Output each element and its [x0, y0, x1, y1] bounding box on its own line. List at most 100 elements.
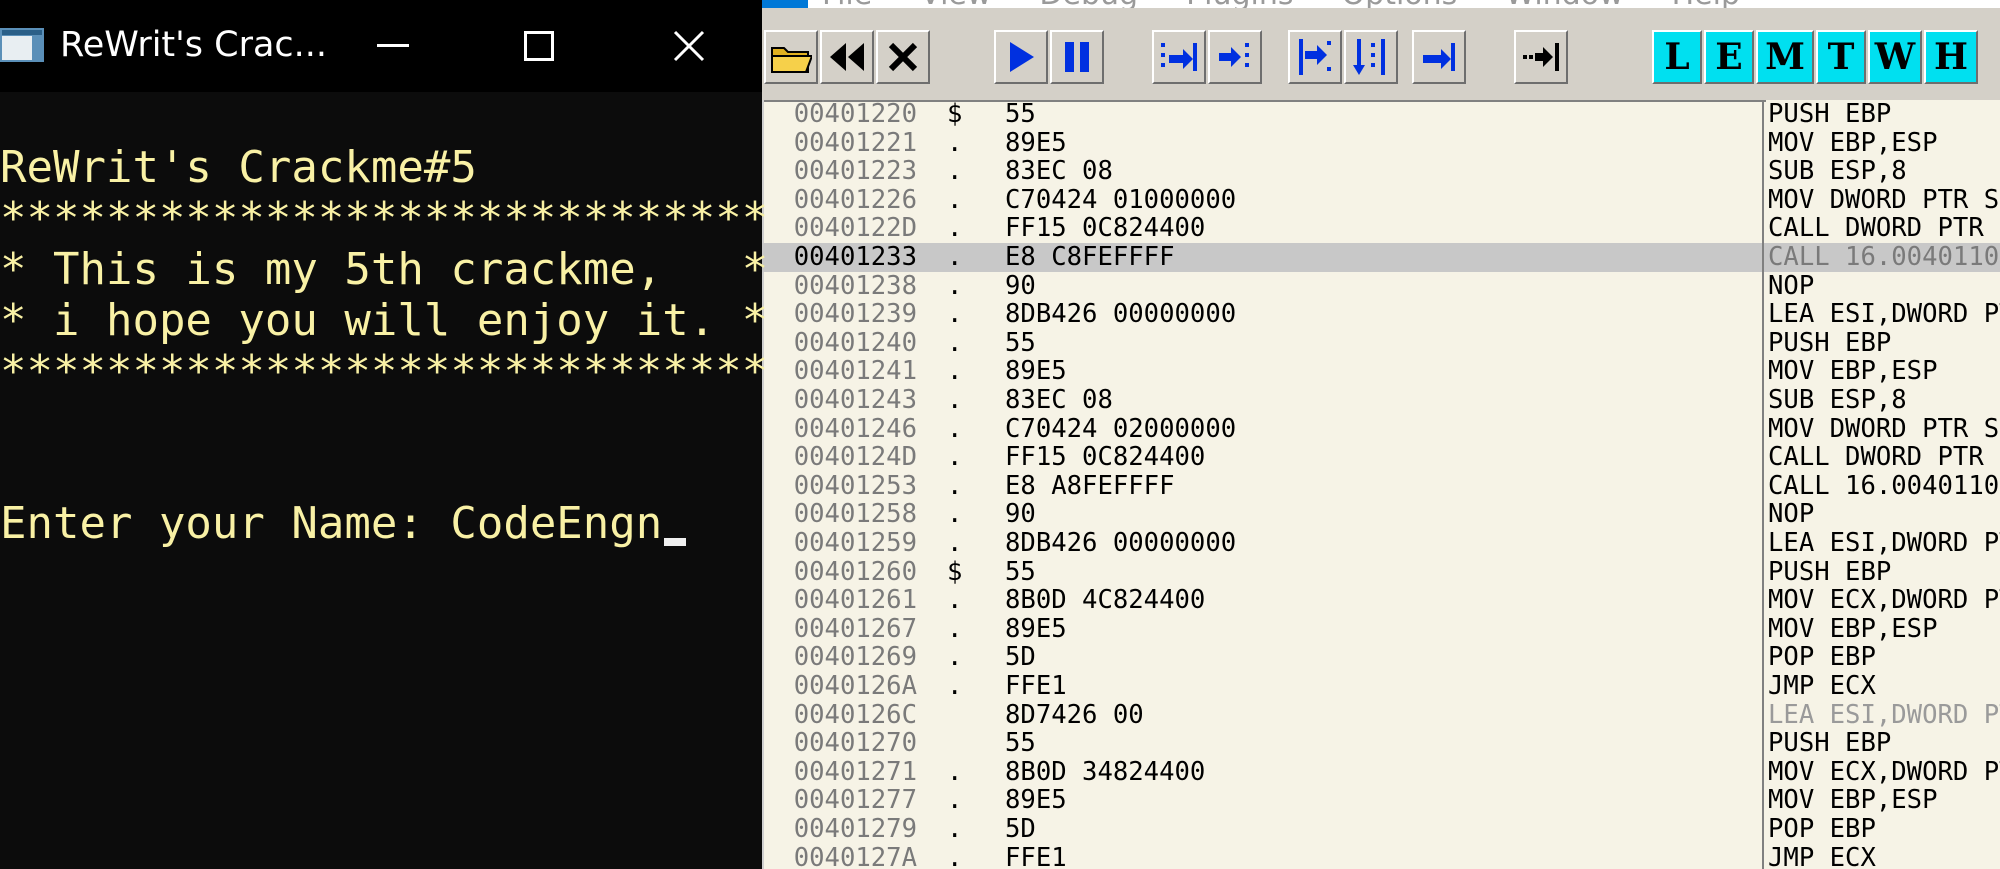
disasm-marker: . [947, 842, 963, 869]
close-x-icon [888, 42, 918, 72]
disasm-instruction: LEA ESI,DWORD PTR DS:[ESI] [1766, 700, 2000, 730]
disasm-row[interactable]: 00401277. 89E5 MOV EBP,ESP [762, 786, 2000, 815]
disasm-row[interactable]: 00401221. 89E5 MOV EBP,ESP [762, 128, 2000, 158]
maximize-button[interactable] [484, 0, 594, 92]
trace-over-button[interactable] [1344, 30, 1398, 84]
disasm-address: 00401259 [793, 529, 917, 558]
disasm-row[interactable]: 00401258. 90 NOP [762, 500, 2000, 529]
disasm-row[interactable]: 00401269. 5D POP EBP [762, 643, 2000, 672]
step-over-icon [1219, 43, 1249, 67]
disasm-marker: . [947, 385, 963, 415]
modules-label: E [1715, 36, 1743, 78]
disasm-row[interactable]: 00401223. 83EC 08 SUB ESP,8 [762, 157, 2000, 186]
menu-file[interactable]: File [822, 0, 872, 10]
disasm-marker: . [947, 499, 963, 530]
open-folder-button[interactable] [764, 30, 818, 84]
menu-debug[interactable]: Debug [1039, 0, 1138, 10]
disasm-address: 0040124D [793, 443, 917, 472]
disasm-row[interactable]: 00401253. E8 A8FEFFFF CALL 16.00401100 [762, 472, 2000, 501]
menu-plugins[interactable]: Plugins [1186, 0, 1293, 10]
disasm-address: 00401253 [793, 471, 917, 501]
menu-options[interactable]: Options [1342, 0, 1458, 10]
disasm-address: 00401277 [793, 786, 917, 815]
go-to-origin-button[interactable] [1514, 30, 1568, 84]
menu-window[interactable]: Window [1505, 0, 1623, 10]
disasm-row[interactable]: 00401243. 83EC 08 SUB ESP,8 [762, 386, 2000, 415]
disasm-row[interactable]: 0040127A. FFE1 JMP ECX [762, 842, 2000, 869]
run-button[interactable] [994, 30, 1048, 84]
disasm-row[interactable]: 00401226.C70424 01000000MOV DWORD PTR SS… [762, 186, 2000, 215]
disasm-row[interactable]: 00401240. 55 PUSH EBP [762, 329, 2000, 358]
restart-button[interactable] [820, 30, 874, 84]
memory-map-label: M [1765, 36, 1805, 78]
console-line: * i hope you will enjoy it. * [0, 295, 769, 346]
disasm-row[interactable]: 00401220 $55 PUSH EBP [762, 100, 2000, 129]
disasm-instruction: JMP ECX [1766, 843, 2000, 869]
disasm-row[interactable]: 0040126A. FFE1 JMP ECX [762, 672, 2000, 701]
name-input-value[interactable]: CodeEngn [450, 498, 662, 549]
disasm-instruction: LEA ESI,DWORD PTR DS:[ESI] [1766, 300, 2000, 329]
disasm-row[interactable]: 00401233. E8 C8FEFFFF CALL 16.00401100 [762, 243, 2000, 272]
disasm-marker: . [947, 299, 963, 330]
trace-into-button[interactable] [1288, 30, 1342, 84]
console-app-icon [0, 28, 44, 62]
console-line: ***************************** [0, 346, 769, 397]
execute-till-return-button[interactable] [1412, 30, 1466, 84]
windows-button[interactable]: W [1868, 30, 1922, 84]
console-output[interactable]: ReWrit's Crackme#5 *********************… [0, 92, 768, 869]
disasm-instruction: PUSH EBP [1766, 557, 2000, 587]
folder-icon [771, 47, 812, 73]
disasm-instruction: NOP [1766, 500, 2000, 529]
step-into-button[interactable] [1152, 30, 1206, 84]
modules-button[interactable]: E [1704, 30, 1754, 84]
close-debug-button[interactable] [876, 30, 930, 84]
menu-help[interactable]: Help [1672, 0, 1740, 10]
console-line: * This is my 5th crackme, * [0, 244, 769, 295]
debugger-window: File View Debug Plugins Options Window H… [762, 0, 2000, 869]
disasm-row[interactable]: 00401260 $55 PUSH EBP [762, 557, 2000, 587]
minimize-button[interactable] [338, 0, 448, 92]
disasm-row[interactable]: 0040126C8D7426 00LEA ESI,DWORD PTR DS:[E… [762, 700, 2000, 730]
name-prompt-line[interactable]: Enter your Name: CodeEngn [0, 498, 687, 549]
disasm-address: 00401238 [793, 271, 917, 301]
disasm-row[interactable]: 00401241. 89E5 MOV EBP,ESP [762, 357, 2000, 386]
disasm-address: 00401226 [793, 185, 917, 215]
console-titlebar[interactable]: ReWrit's Crac... [0, 0, 762, 92]
minimize-icon [377, 44, 409, 47]
threads-button[interactable]: T [1816, 30, 1866, 84]
disasm-marker: . [947, 671, 963, 701]
disasm-address: 00401267 [793, 614, 917, 644]
disasm-row[interactable]: 00401238. 90 NOP [762, 271, 2000, 301]
disasm-address: 00401270 [793, 729, 917, 758]
trace-over-icon [1353, 39, 1385, 75]
text-cursor [664, 538, 687, 546]
disasm-row[interactable]: 00401261.8B0D 4C824400MOV ECX,DWORD PTR … [762, 586, 2000, 615]
step-over-button[interactable] [1208, 30, 1262, 84]
disassembly-pane[interactable]: 00401220 $55 PUSH EBP 00401221. 89E5 MOV EBP,… [762, 100, 2000, 869]
close-button[interactable] [634, 0, 744, 92]
disasm-row[interactable]: 00401246.C70424 02000000MOV DWORD PTR SS… [762, 413, 2000, 444]
disasm-row[interactable]: 00401259.8DB426 00000000LEA ESI,DWORD PT… [762, 529, 2000, 558]
menu-view[interactable]: View [920, 0, 991, 10]
disasm-row[interactable]: 00401239.8DB426 00000000LEA ESI,DWORD PT… [762, 300, 2000, 329]
disasm-row[interactable]: 0040124D.FF15 0C824400CALL DWORD PTR DS:… [762, 443, 2000, 472]
disasm-instruction: CALL DWORD PTR DS:[<&msvcrt.__set_app_ty… [1766, 214, 2000, 243]
disasm-instruction: SUB ESP,8 [1766, 386, 2000, 415]
handles-button[interactable]: H [1924, 30, 1978, 84]
memory-map-button[interactable]: M [1756, 30, 1814, 84]
disasm-row[interactable]: 00401270 55 PUSH EBP [762, 729, 2000, 758]
disasm-row[interactable]: 00401271.8B0D 34824400MOV ECX,DWORD PTR … [762, 758, 2000, 787]
disasm-address: 00401258 [793, 500, 917, 529]
disasm-address: 00401261 [793, 586, 917, 615]
disasm-address: 0040126C [793, 700, 917, 730]
disasm-marker: . [947, 470, 963, 501]
disasm-row[interactable]: 00401267. 89E5 MOV EBP,ESP [762, 615, 2000, 644]
disasm-row[interactable]: 00401279. 5D POP EBP [762, 815, 2000, 844]
pause-button[interactable] [1050, 30, 1104, 84]
log-window-button[interactable]: L [1652, 30, 1702, 84]
column-divider[interactable] [1762, 100, 1764, 869]
disasm-row[interactable]: 0040122D.FF15 0C824400CALL DWORD PTR DS:… [762, 214, 2000, 243]
disasm-marker: . [947, 413, 963, 444]
log-window-label: L [1664, 36, 1690, 78]
disasm-instruction: MOV DWORD PTR SS:[ESP],1 [1766, 186, 2000, 215]
